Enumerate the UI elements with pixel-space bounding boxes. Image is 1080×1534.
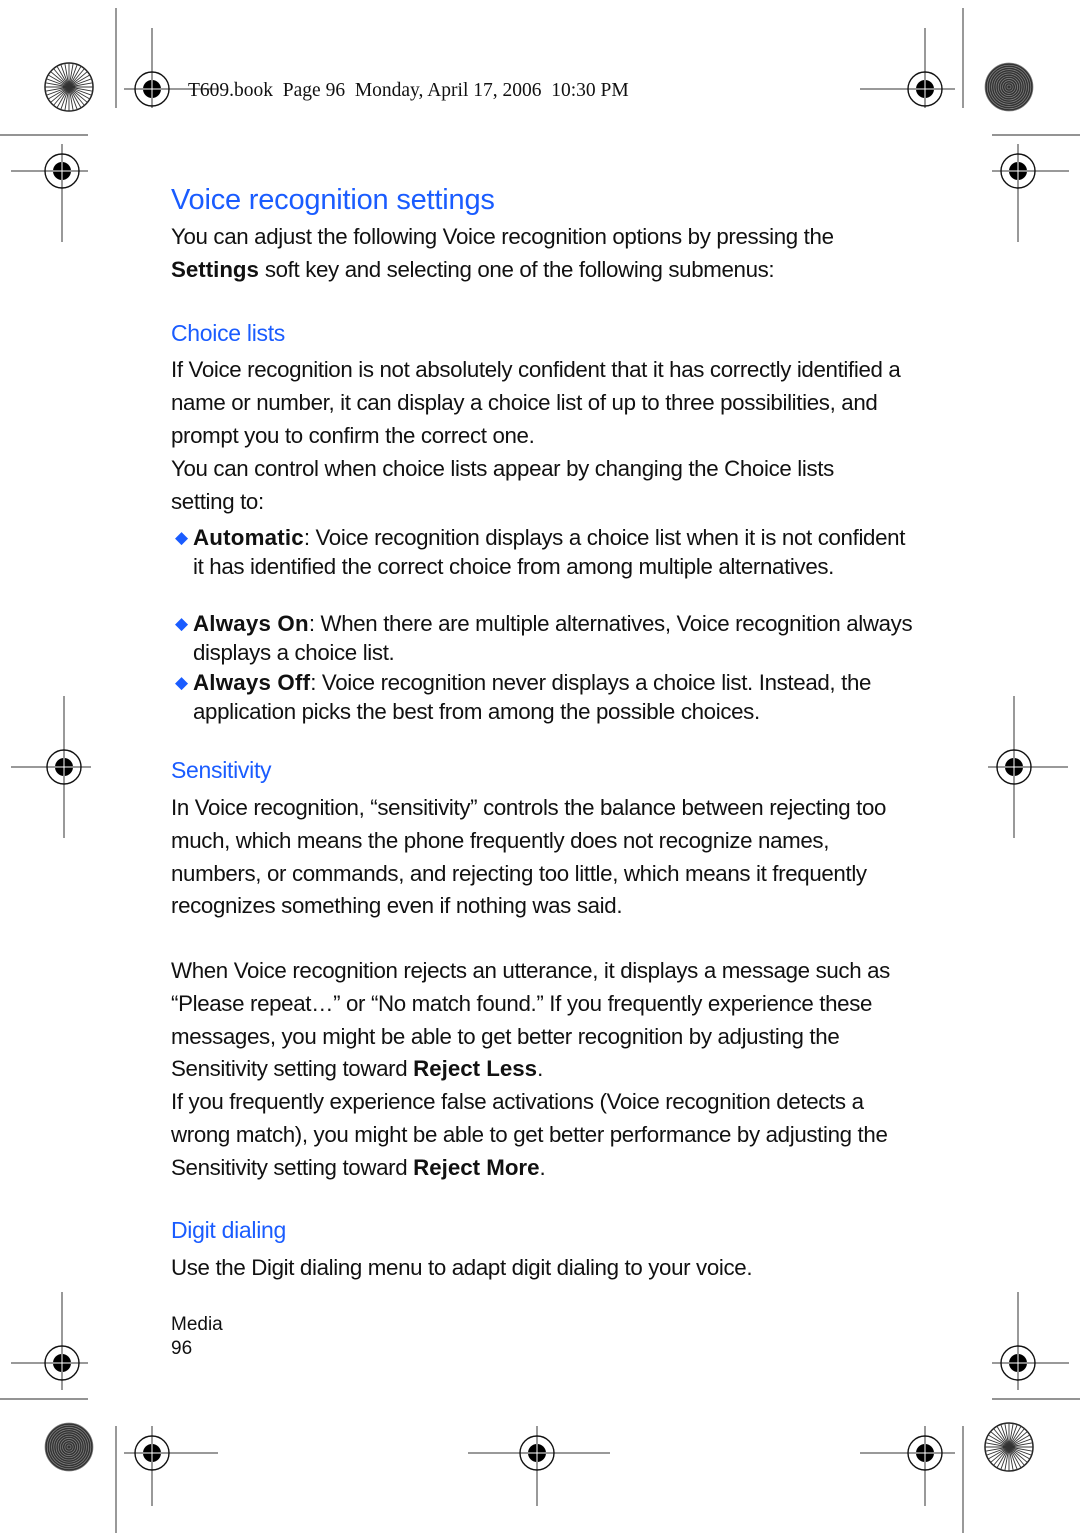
registration-target-icon [11,1292,88,1390]
diamond-bullet-icon: ◆ [175,528,188,547]
diamond-bullet-icon: ◆ [175,673,188,692]
option-always-off: ◆ Always Off: Voice recognition never dis… [175,669,913,726]
heading-sensitivity: Sensitivity [171,757,272,783]
intro-text-end: soft key and selecting one of the follow… [258,256,775,282]
starburst-target-icon [44,62,94,112]
concentric-target-icon [984,62,1034,112]
sensitivity-text-end: . [537,1056,543,1082]
heading-choice-lists: Choice lists [171,320,285,346]
option-automatic: ◆ Automatic: Voice recognition displays a… [175,524,913,581]
footer-section-name: Media [171,1314,223,1335]
page-title: Voice recognition settings [171,184,495,216]
reject-less-label: Reject Less [413,1056,538,1082]
registration-target-icon [860,28,955,108]
digit-dialing-paragraph: Use the Digit dialing menu to adapt digi… [171,1255,753,1280]
registration-target-icon [11,144,88,242]
choice-lists-paragraph-2: You can control when choice lists appear… [171,456,834,514]
sensitivity-paragraph-3: If you frequently experience false activ… [171,1086,901,1184]
footer-page-number: 96 [171,1338,193,1359]
registration-target-icon [124,1426,218,1506]
sensitivity-paragraph-1: In Voice recognition, “sensitivity” cont… [171,795,887,919]
concentric-target-icon [44,1422,94,1472]
option-always-on: ◆ Always On: When there are multiple alte… [175,610,913,667]
choice-lists-paragraph-1: If Voice recognition is not absolutely c… [171,357,901,448]
sensitivity-paragraph-2: When Voice recognition rejects an uttera… [171,955,901,1086]
registration-target-icon [992,144,1069,242]
registration-target-icon [860,1426,955,1506]
option-label: Always Off [193,670,311,695]
heading-digit-dialing: Digit dialing [171,1217,286,1243]
registration-target-icon [468,1426,610,1506]
print-header: T609.book Page 96 Monday, April 17, 2006… [188,80,629,101]
option-label: Automatic [193,525,304,550]
option-label: Always On [193,611,309,636]
diamond-bullet-icon: ◆ [175,614,188,633]
intro-text: You can adjust the following Voice recog… [171,224,834,249]
starburst-target-icon [984,1422,1034,1472]
registration-target-icon [992,1292,1069,1390]
registration-target-icon [11,696,91,838]
reject-more-label: Reject More [413,1154,540,1180]
sensitivity-text-end: . [539,1154,546,1180]
registration-target-icon [988,696,1068,838]
intro-paragraph: You can adjust the following Voice recog… [171,221,901,287]
settings-softkey-label: Settings [171,256,259,282]
